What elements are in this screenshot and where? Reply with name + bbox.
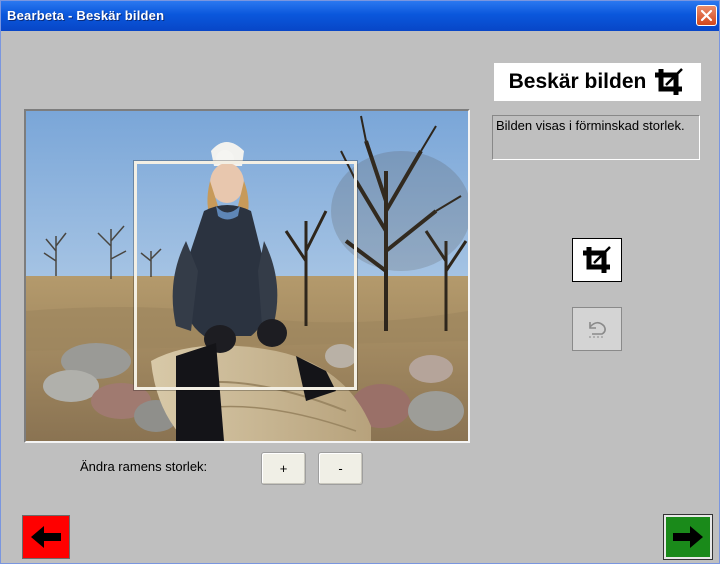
enlarge-frame-button[interactable]: + bbox=[261, 452, 306, 485]
arrow-left-icon bbox=[31, 526, 61, 548]
arrow-right-icon bbox=[673, 526, 703, 548]
window-title: Bearbeta - Beskär bilden bbox=[7, 8, 165, 23]
undo-button[interactable] bbox=[572, 307, 622, 351]
title-bar[interactable]: Bearbeta - Beskär bilden bbox=[1, 1, 719, 31]
undo-icon bbox=[589, 321, 606, 338]
panel-heading-text: Beskär bilden bbox=[508, 70, 647, 93]
dialog-content: Ändra ramens storlek: + - Beskär bilden … bbox=[4, 31, 716, 561]
crop-button[interactable] bbox=[572, 238, 622, 282]
close-icon bbox=[700, 9, 713, 22]
photo-preview bbox=[24, 109, 470, 443]
close-button[interactable] bbox=[696, 5, 717, 26]
crop-icon bbox=[583, 246, 611, 273]
panel-heading: Beskär bilden bbox=[494, 63, 701, 101]
crop-frame[interactable] bbox=[134, 161, 357, 390]
info-message: Bilden visas i förminskad storlek. bbox=[492, 115, 700, 160]
crop-icon bbox=[655, 68, 684, 95]
resize-frame-label: Ändra ramens storlek: bbox=[80, 459, 208, 474]
crop-dialog-window: Bearbeta - Beskär bilden Ändra ramens st… bbox=[0, 0, 720, 564]
shrink-frame-button[interactable]: - bbox=[318, 452, 363, 485]
next-button[interactable] bbox=[664, 515, 712, 559]
back-button[interactable] bbox=[22, 515, 70, 559]
